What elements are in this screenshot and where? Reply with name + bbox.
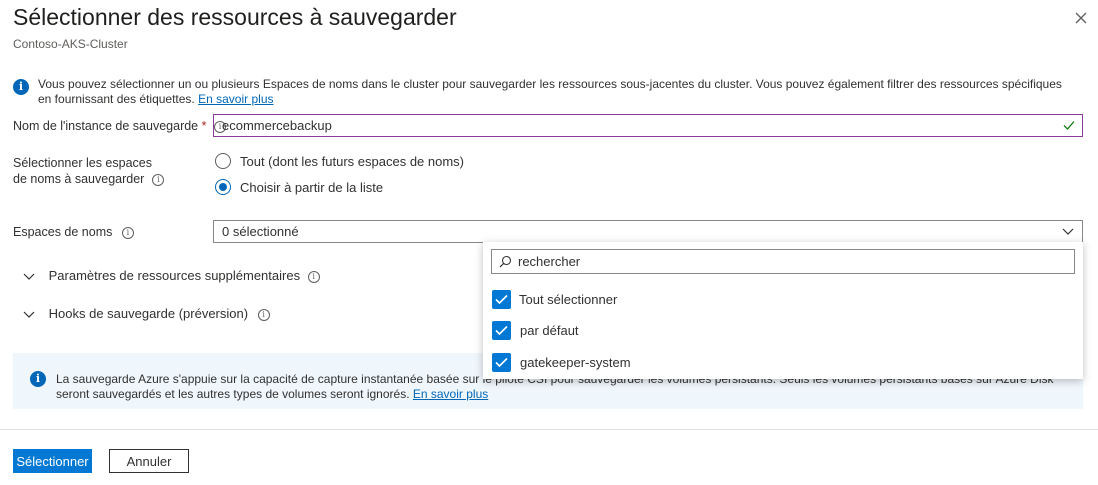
radio-choose-from-list[interactable]: [215, 179, 231, 195]
select-button[interactable]: Sélectionner: [13, 449, 92, 473]
namespaces-label: Espaces de noms i: [13, 225, 134, 239]
learn-more-link[interactable]: En savoir plus: [198, 92, 273, 106]
close-button[interactable]: [1072, 9, 1090, 27]
info-icon: i: [30, 371, 46, 387]
option-default[interactable]: par défaut: [492, 321, 792, 341]
required-mark: *: [201, 119, 207, 133]
page-subtitle: Contoso-AKS-Cluster: [13, 37, 128, 51]
close-icon: [1075, 12, 1087, 24]
namespace-search-input[interactable]: rechercher: [491, 249, 1075, 274]
radio-all-namespaces[interactable]: [215, 153, 231, 169]
radio-list-label: Choisir à partir de la liste: [240, 180, 384, 195]
instance-name-label: Nom de l'instance de sauvegarde * i: [13, 119, 226, 133]
checkbox-checked-icon: [492, 290, 511, 309]
cancel-button[interactable]: Annuler: [109, 449, 189, 473]
select-namespaces-label: Sélectionner les espaces de noms à sauve…: [13, 155, 165, 187]
option-select-all[interactable]: Tout sélectionner: [492, 290, 792, 310]
radio-all-label: Tout (dont les futurs espaces de noms): [240, 154, 465, 169]
namespaces-dropdown-panel: rechercher Tout sélectionner par défaut …: [483, 242, 1083, 379]
tooltip-icon[interactable]: i: [257, 308, 270, 321]
chevron-down-icon: [23, 311, 35, 318]
checkbox-checked-icon: [492, 321, 511, 340]
checkbox-checked-icon: [492, 353, 511, 372]
tooltip-icon[interactable]: i: [121, 226, 134, 239]
backup-hooks-toggle[interactable]: Hooks de sauvegarde (préversion) i: [23, 306, 270, 321]
checkmark-icon: [1063, 121, 1075, 130]
info-text: Vous pouvez sélectionner un ou plusieurs…: [38, 77, 1062, 106]
chevron-down-icon: [23, 273, 35, 280]
page-title: Sélectionner des ressources à sauvegarde…: [13, 4, 457, 30]
tooltip-icon[interactable]: i: [307, 270, 320, 283]
additional-resource-settings-toggle[interactable]: Paramètres de ressources supplémentaires…: [23, 268, 320, 283]
namespaces-dropdown[interactable]: 0 sélectionné: [213, 220, 1083, 243]
chevron-down-icon: [1062, 228, 1074, 235]
info-icon: i: [13, 79, 29, 95]
note-learn-more-link[interactable]: En savoir plus: [413, 387, 488, 401]
option-gatekeeper-system[interactable]: gatekeeper-system: [492, 353, 792, 373]
search-icon: [499, 255, 512, 268]
backup-instance-name-input[interactable]: ecommercebackup: [213, 114, 1083, 137]
tooltip-icon[interactable]: i: [152, 173, 165, 186]
footer-divider: [0, 429, 1098, 430]
